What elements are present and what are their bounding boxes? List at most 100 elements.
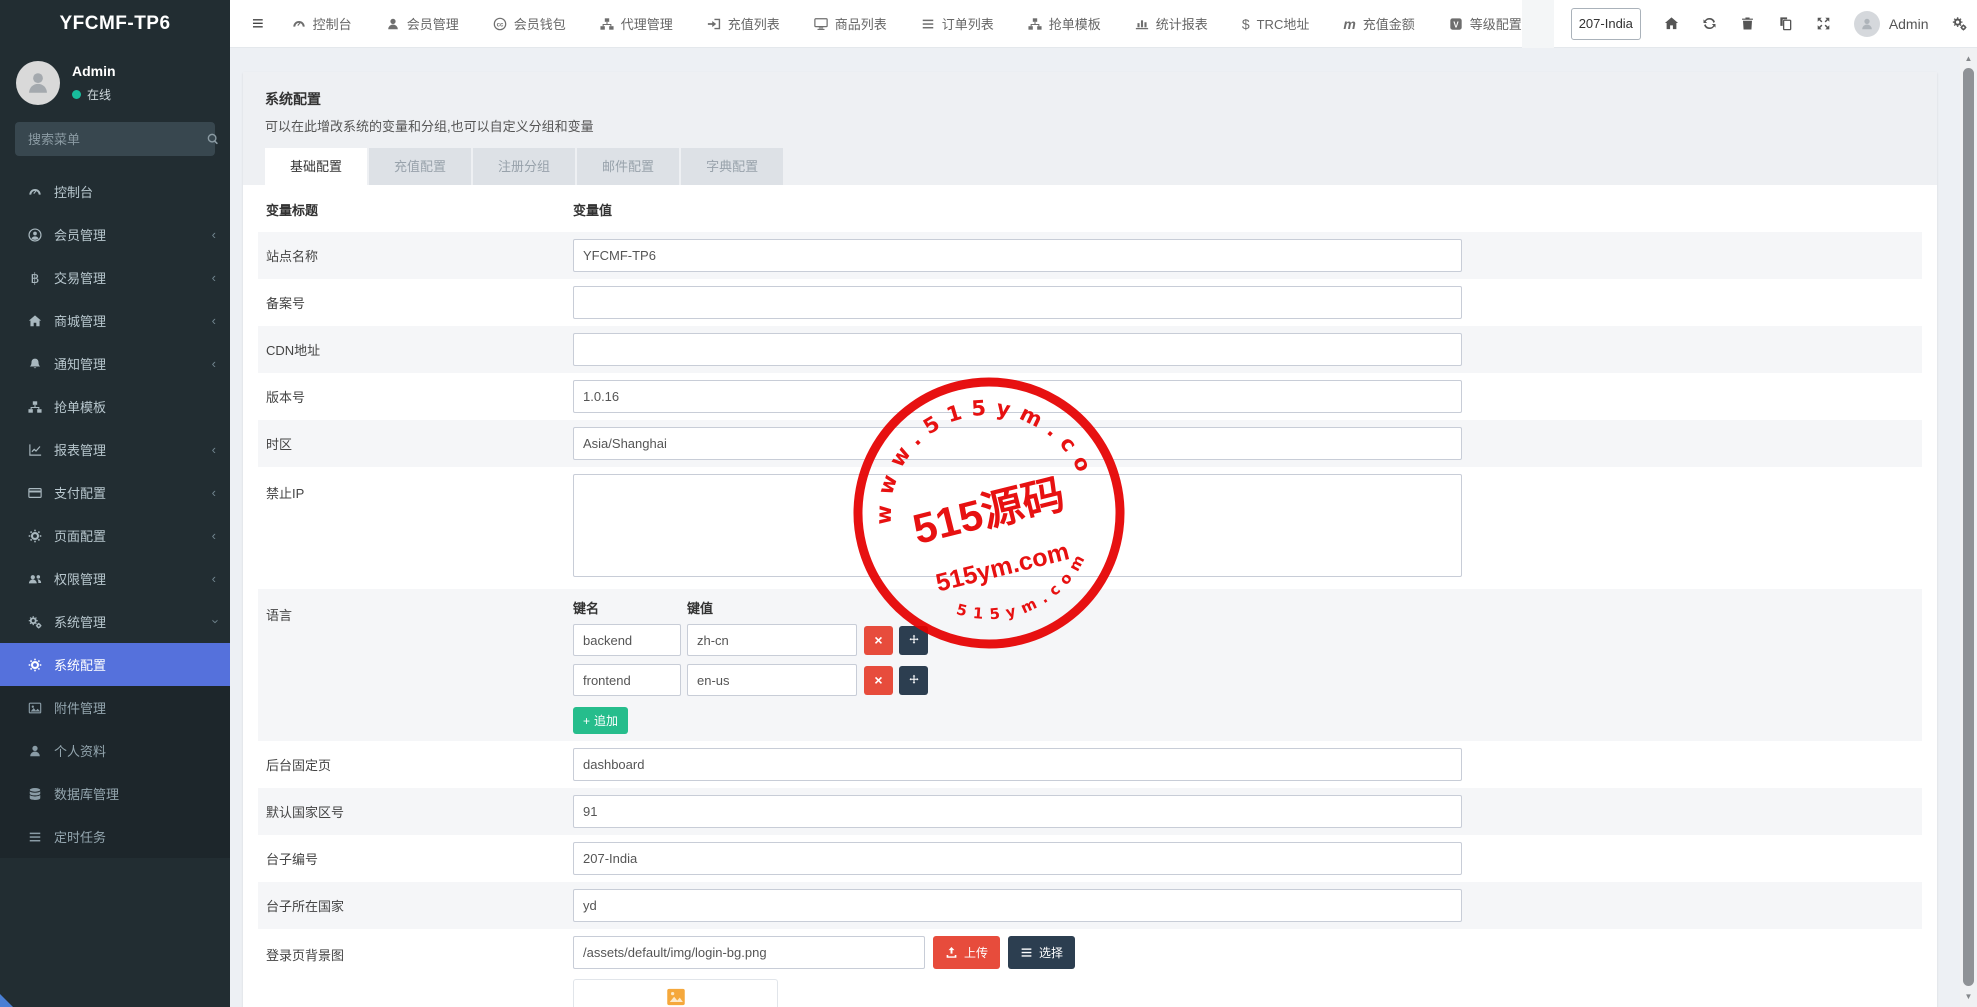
scrollbar-thumb[interactable]	[1963, 68, 1974, 986]
tab[interactable]: 字典配置	[681, 148, 783, 185]
chart-line-icon	[24, 443, 46, 457]
sidebar-subitem[interactable]: 数据库管理	[0, 772, 230, 815]
key-input[interactable]	[573, 664, 681, 696]
expand-icon[interactable]	[1816, 16, 1831, 31]
copy-icon[interactable]	[1778, 16, 1793, 31]
field-input[interactable]	[573, 286, 1462, 319]
app-logo[interactable]: YFCMF-TP6	[0, 0, 230, 48]
image-icon	[24, 701, 46, 715]
home-icon[interactable]	[1664, 16, 1679, 31]
trash-icon[interactable]	[1740, 16, 1755, 31]
field-input[interactable]	[573, 239, 1462, 272]
topnav-item[interactable]: 抢单模板	[1028, 14, 1101, 33]
sidebar-item[interactable]: 控制台	[0, 170, 230, 213]
scroll-down-icon[interactable]: ▼	[1960, 988, 1977, 1005]
tab[interactable]: 充值配置	[369, 148, 471, 185]
list-icon	[921, 17, 935, 31]
topnav-item[interactable]: V 等级配置	[1449, 14, 1522, 33]
gear-icon	[24, 658, 46, 672]
topnav-item[interactable]: 会员管理	[386, 14, 459, 33]
sidebar-item[interactable]: 抢单模板	[0, 385, 230, 428]
field-input[interactable]	[573, 333, 1462, 366]
value-input[interactable]	[687, 664, 857, 696]
field-input[interactable]	[573, 889, 1462, 922]
hamburger-icon[interactable]: ≡	[252, 14, 264, 34]
sidebar-item[interactable]: 报表管理 ‹	[0, 428, 230, 471]
sidebar-subitem[interactable]: 系统配置	[0, 643, 230, 686]
field-textarea[interactable]	[573, 474, 1462, 577]
choose-button[interactable]: 选择	[1008, 936, 1075, 969]
scroll-up-icon[interactable]: ▲	[1960, 50, 1977, 67]
tab[interactable]: 注册分组	[473, 148, 575, 185]
sidebar-subitem[interactable]: 定时任务	[0, 815, 230, 858]
delete-button[interactable]: ×	[864, 666, 893, 695]
kv-row: ×	[573, 624, 1922, 656]
list-icon	[1020, 946, 1033, 959]
site-code-input[interactable]	[1571, 8, 1641, 40]
avatar[interactable]	[16, 61, 60, 105]
sidebar-item[interactable]: 权限管理 ‹	[0, 557, 230, 600]
users-icon	[24, 572, 46, 586]
profile-status: 在线	[72, 86, 116, 103]
sidebar-item[interactable]: 页面配置 ‹	[0, 514, 230, 557]
field-input[interactable]	[573, 427, 1462, 460]
form-header: 变量标题 变量值	[258, 185, 1922, 232]
sidebar-item[interactable]: 系统管理 ‹	[0, 600, 230, 643]
chevron-left-icon: ‹	[212, 571, 216, 586]
topnav-item[interactable]: 订单列表	[921, 14, 994, 33]
gears-icon	[24, 615, 46, 629]
field-input[interactable]	[573, 748, 1462, 781]
sidebar-item[interactable]: 支付配置 ‹	[0, 471, 230, 514]
field-input[interactable]	[573, 795, 1462, 828]
list-icon	[24, 830, 46, 844]
field-label: 时区	[258, 434, 573, 453]
svg-text:V: V	[1453, 20, 1459, 29]
cc-circle-icon: cc	[493, 17, 507, 31]
user-menu[interactable]: Admin	[1854, 11, 1929, 37]
search-input[interactable]	[26, 131, 206, 148]
sidebar-item[interactable]: ฿ 交易管理 ‹	[0, 256, 230, 299]
topnav-item[interactable]: cc 会员钱包	[493, 14, 566, 33]
sidebar-subitem[interactable]: 个人资料	[0, 729, 230, 772]
svg-text:cc: cc	[496, 21, 503, 28]
topnav-item[interactable]: m 充值金额	[1343, 14, 1414, 33]
topbar-separator	[1522, 0, 1554, 48]
sitemap-icon	[600, 17, 614, 31]
topnav-item[interactable]: 商品列表	[814, 14, 887, 33]
dollar-icon: $	[1242, 17, 1250, 31]
topnav-item[interactable]: 代理管理	[600, 14, 673, 33]
topnav-item[interactable]: 统计报表	[1135, 14, 1208, 33]
upload-button[interactable]: 上传	[933, 936, 1000, 969]
search-icon[interactable]	[206, 132, 220, 146]
sidebar-submenu: 系统配置 附件管理 个人资料 数据库管理 定时任务	[0, 643, 230, 858]
image-preview[interactable]	[573, 979, 778, 1007]
gears-icon[interactable]	[1952, 16, 1967, 31]
page-title: 系统配置	[265, 89, 1915, 109]
field-input[interactable]	[573, 380, 1462, 413]
sidebar-subitem[interactable]: 附件管理	[0, 686, 230, 729]
append-button[interactable]: +追加	[573, 707, 628, 734]
chevron-left-icon: ‹	[212, 270, 216, 285]
topnav-item[interactable]: 充值列表	[707, 14, 780, 33]
topnav-item[interactable]: $ TRC地址	[1242, 14, 1310, 33]
chevron-down-icon: ‹	[206, 619, 221, 623]
field-input[interactable]	[573, 842, 1462, 875]
sitemap-icon	[1028, 17, 1042, 31]
key-input[interactable]	[573, 624, 681, 656]
refresh-icon[interactable]	[1702, 16, 1717, 31]
move-icon[interactable]	[899, 666, 928, 695]
vertical-scrollbar[interactable]: ▲ ▼	[1960, 48, 1977, 1007]
tab[interactable]: 邮件配置	[577, 148, 679, 185]
database-icon	[24, 787, 46, 801]
topnav-item[interactable]: 控制台	[292, 14, 352, 33]
sidebar-item[interactable]: 商城管理 ‹	[0, 299, 230, 342]
tab[interactable]: 基础配置	[265, 148, 367, 185]
file-path-input[interactable]	[573, 936, 925, 969]
delete-button[interactable]: ×	[864, 626, 893, 655]
form-row: 时区	[258, 420, 1922, 467]
value-input[interactable]	[687, 624, 857, 656]
move-icon[interactable]	[899, 626, 928, 655]
user-profile: Admin 在线	[0, 48, 230, 114]
sidebar-item[interactable]: 通知管理 ‹	[0, 342, 230, 385]
sidebar-item[interactable]: 会员管理 ‹	[0, 213, 230, 256]
